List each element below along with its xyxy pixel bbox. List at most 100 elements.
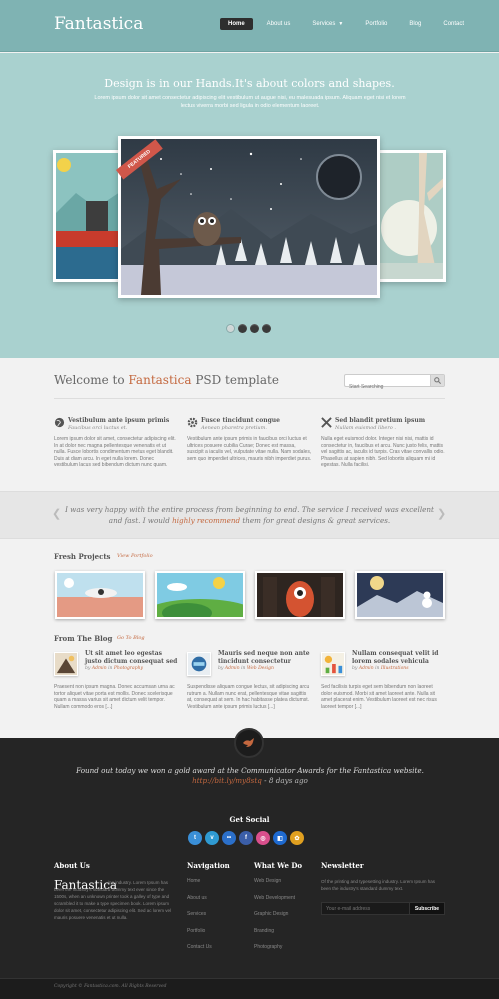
- slide-current[interactable]: [118, 136, 380, 298]
- service-link[interactable]: Web Design: [254, 878, 295, 895]
- pager-dot[interactable]: [238, 324, 247, 333]
- project-image: [157, 573, 243, 617]
- email-field[interactable]: [321, 902, 410, 915]
- globe-icon: [54, 417, 65, 428]
- slide-next[interactable]: [376, 150, 446, 282]
- copyright-text: Copyright © Fantastica.com. All Rights R…: [54, 984, 167, 989]
- project-image: [57, 573, 143, 617]
- subscribe-button[interactable]: Subscribe: [409, 902, 445, 915]
- chevron-left-icon[interactable]: ❮: [52, 507, 61, 520]
- feature-text: Nulla eget euismod dolor. Integer nisi n…: [321, 436, 445, 468]
- hero-scallop-edge: [0, 352, 499, 362]
- post-excerpt: Suspendisse aliquam congue lectus, sit a…: [187, 684, 310, 710]
- footer-nav-link[interactable]: Home: [187, 878, 212, 895]
- slide-main-illustration: [121, 139, 377, 295]
- feature-subtitle: Aenean pharetra pretium.: [201, 425, 267, 431]
- pager-dot[interactable]: [262, 324, 271, 333]
- welcome-prefix: Welcome to: [54, 373, 125, 387]
- nav-item-about[interactable]: About us: [259, 18, 299, 30]
- post-thumbnail[interactable]: [321, 652, 345, 676]
- post-excerpt: Sed facilisis turpis eget sem bibendum n…: [321, 684, 437, 710]
- project-thumbnail[interactable]: [255, 571, 345, 619]
- picasa-icon[interactable]: ✿: [290, 831, 304, 845]
- go-to-blog-link[interactable]: Go To Blog: [117, 635, 145, 641]
- service-link[interactable]: Graphic Design: [254, 911, 295, 928]
- latest-tweet: Found out today we won a gold award at t…: [76, 766, 424, 785]
- social-heading: Get Social: [229, 815, 270, 824]
- post-thumbnail[interactable]: [187, 652, 211, 676]
- tweet-link[interactable]: http://bit.ly/my8stq: [192, 776, 262, 785]
- service-link[interactable]: Web Development: [254, 895, 295, 912]
- feature-title: Sed blandit pretium ipsum: [335, 417, 426, 424]
- post-excerpt: Praesent non ipsum magna. Donec accumsan…: [54, 684, 175, 710]
- twitter-bird-icon: [234, 728, 264, 758]
- search-input[interactable]: [345, 381, 429, 393]
- post-meta: by Admin in Web Design: [218, 666, 274, 671]
- slide-right-illustration: [379, 153, 443, 279]
- chevron-right-icon[interactable]: ❯: [437, 507, 446, 520]
- nav-item-portfolio[interactable]: Portfolio: [357, 18, 395, 30]
- hero-subtitle: Lorem ipsum dolor sit amet consectetur a…: [94, 95, 406, 109]
- nav-item-home[interactable]: Home: [220, 18, 253, 30]
- post-author[interactable]: Admin: [92, 666, 107, 671]
- gear-icon: [187, 417, 198, 428]
- footer-nav-link[interactable]: Contact Us: [187, 944, 212, 961]
- feature-title: Vestibulum ante ipsum primis: [68, 417, 170, 424]
- site-header: Fantastica Home About us Services ▼ Portf…: [0, 0, 499, 52]
- post-meta: by Admin in Photography: [85, 666, 143, 671]
- nav-item-services[interactable]: Services ▼: [304, 18, 351, 30]
- feature-title: Fusce tincidunt congue: [201, 417, 280, 424]
- feature-subtitle: Faucibus orci luctus et.: [68, 425, 128, 431]
- slide-left-illustration: [56, 153, 120, 279]
- dribbble-icon[interactable]: ◎: [256, 831, 270, 845]
- tweet-time: 8 days ago: [268, 776, 308, 785]
- service-link[interactable]: Photography: [254, 944, 295, 961]
- footer-nav-link[interactable]: Portfolio: [187, 928, 212, 945]
- project-thumbnail[interactable]: [155, 571, 245, 619]
- pager-dot[interactable]: [250, 324, 259, 333]
- feature-text: Vestibulum ante ipsum primis in faucibus…: [187, 436, 312, 462]
- post-category[interactable]: Illustrations: [381, 666, 409, 671]
- post-meta-by: by: [352, 666, 358, 671]
- post-meta-in: in: [108, 666, 113, 671]
- post-title[interactable]: Nullam consequat velit id lorem sodales …: [352, 650, 447, 665]
- search-icon: [434, 377, 441, 384]
- footer-nav-link[interactable]: Services: [187, 911, 212, 928]
- projects-heading: Fresh Projects: [54, 552, 111, 561]
- project-thumbnail[interactable]: [55, 571, 145, 619]
- view-portfolio-link[interactable]: View Portfolio: [117, 553, 153, 559]
- post-author[interactable]: Admin: [359, 666, 374, 671]
- search-button[interactable]: [430, 375, 444, 386]
- post-thumbnail[interactable]: [54, 652, 78, 676]
- slider-pager: [226, 324, 274, 333]
- blog-heading: From The Blog: [54, 634, 113, 643]
- project-thumbnail[interactable]: [355, 571, 445, 619]
- post-title[interactable]: Mauris sed neque non ante tincidunt cons…: [218, 650, 313, 665]
- bird-icon: [243, 738, 254, 747]
- footer-nav-list: Home About us Services Portfolio Contact…: [187, 878, 212, 961]
- post-author[interactable]: Admin: [225, 666, 240, 671]
- flickr-icon[interactable]: ••: [222, 831, 236, 845]
- about-text: ing industry. Lorem Ipsum has been the i…: [54, 880, 172, 920]
- newsletter-heading: Newsletter: [321, 861, 364, 870]
- feature-subtitle: Nullam euismod libero .: [335, 425, 396, 431]
- footer-nav-link[interactable]: About us: [187, 895, 212, 912]
- post-meta-by: by: [218, 666, 224, 671]
- post-category[interactable]: Web Design: [247, 666, 274, 671]
- twitter-icon[interactable]: t: [188, 831, 202, 845]
- delicious-icon[interactable]: ◧: [273, 831, 287, 845]
- site-logo[interactable]: Fantastica: [54, 14, 143, 34]
- nav-item-blog[interactable]: Blog: [401, 18, 429, 30]
- post-category[interactable]: Photography: [114, 666, 143, 671]
- pager-dot[interactable]: [226, 324, 235, 333]
- facebook-icon[interactable]: f: [239, 831, 253, 845]
- tweet-text: Found out today we won a gold award at t…: [76, 766, 424, 775]
- slide-previous[interactable]: [53, 150, 123, 282]
- nav-item-contact[interactable]: Contact: [435, 18, 472, 30]
- post-meta: by Admin in Illustrations: [352, 666, 409, 671]
- post-title[interactable]: Ut sit amet leo egestas justo dictum con…: [85, 650, 180, 665]
- tools-icon: [321, 417, 332, 428]
- vimeo-icon[interactable]: v: [205, 831, 219, 845]
- service-link[interactable]: Branding: [254, 928, 295, 945]
- newsletter-text: Of the printing and typesetting industry…: [321, 879, 435, 891]
